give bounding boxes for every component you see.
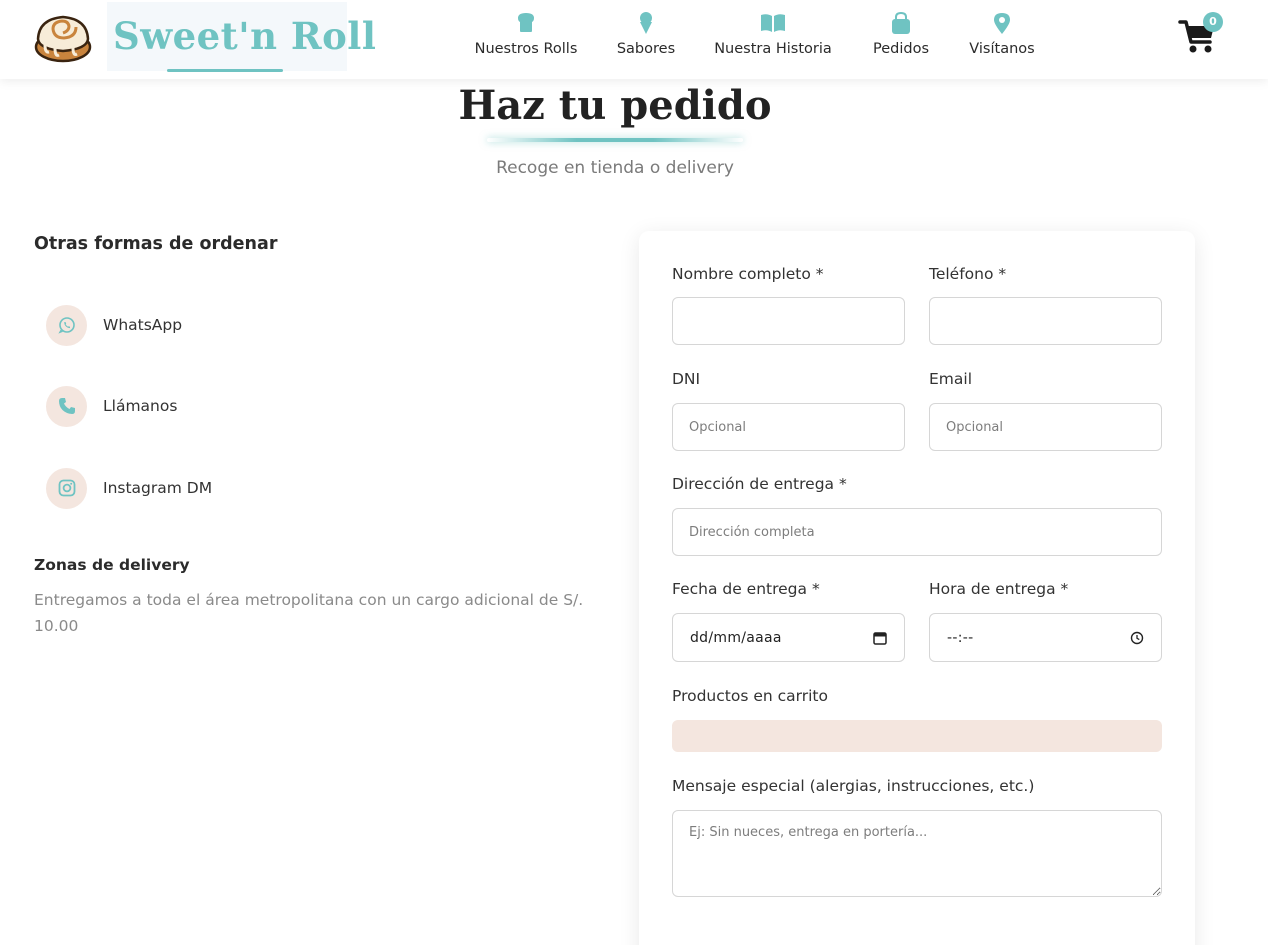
delivery-date-field[interactable]: dd/mm/aaaa <box>672 613 905 662</box>
address-label: Dirección de entrega * <box>672 475 847 493</box>
nav-item-nuestra-historia[interactable]: Nuestra Historia <box>714 12 832 57</box>
name-label: Nombre completo * <box>672 265 824 283</box>
contact-phone[interactable]: Llámanos <box>46 385 177 427</box>
special-message-field[interactable] <box>672 810 1162 897</box>
phone-label: Teléfono * <box>929 265 1007 283</box>
whatsapp-icon <box>57 317 75 334</box>
shopping-bag-icon <box>892 12 910 34</box>
nav-item-sabores[interactable]: Sabores <box>614 12 678 57</box>
nav-item-pedidos[interactable]: Pedidos <box>870 12 932 57</box>
name-field[interactable] <box>672 297 905 345</box>
ice-cream-icon <box>640 12 652 34</box>
date-value: dd/mm/aaaa <box>690 629 782 646</box>
nav-item-visitanos[interactable]: Visítanos <box>967 12 1037 57</box>
contact-instagram[interactable]: Instagram DM <box>46 467 212 509</box>
phone-icon-circle <box>46 385 87 427</box>
contact-whatsapp[interactable]: WhatsApp <box>46 304 182 346</box>
cart-products-box <box>672 720 1162 752</box>
page-title: Haz tu pedido <box>458 82 772 129</box>
nav-label: Visítanos <box>969 41 1035 57</box>
contact-label: Llámanos <box>103 397 178 415</box>
address-field[interactable] <box>672 508 1162 556</box>
delivery-time-field[interactable]: --:-- <box>929 613 1162 662</box>
instagram-icon-circle <box>46 467 87 509</box>
cinnamon-roll-icon[interactable] <box>33 9 93 63</box>
message-label: Mensaje especial (alergias, instruccione… <box>672 777 1035 795</box>
time-label: Hora de entrega * <box>929 580 1069 598</box>
nav-label: Sabores <box>616 41 676 57</box>
whatsapp-icon-circle <box>46 304 87 346</box>
delivery-zones-text: Entregamos a toda el área metropolitana … <box>34 591 584 635</box>
contact-label: Instagram DM <box>103 479 213 497</box>
phone-field[interactable] <box>929 297 1162 345</box>
clock-icon[interactable] <box>1130 631 1144 645</box>
email-field[interactable] <box>929 403 1162 451</box>
nav-item-nuestros-rolls[interactable]: Nuestros Rolls <box>474 12 578 57</box>
book-icon <box>761 14 785 32</box>
brand-underline <box>167 69 283 72</box>
page-subtitle: Recoge en tienda o delivery <box>496 158 734 178</box>
dni-field[interactable] <box>672 403 905 451</box>
phone-icon <box>58 398 75 414</box>
cart-products-label: Productos en carrito <box>672 687 828 705</box>
bread-icon <box>518 13 534 32</box>
nav-label: Nuestra Historia <box>714 41 832 57</box>
dni-label: DNI <box>672 370 701 388</box>
cart-count-badge: 0 <box>1203 12 1223 32</box>
nav-label: Pedidos <box>872 41 929 57</box>
map-pin-icon <box>994 13 1010 34</box>
brand-name[interactable]: Sweet'n Roll <box>113 14 376 58</box>
title-underline <box>487 138 743 142</box>
contact-label: WhatsApp <box>103 316 183 334</box>
instagram-icon <box>58 479 75 497</box>
email-label: Email <box>929 370 973 388</box>
date-label: Fecha de entrega * <box>672 580 820 598</box>
calendar-icon[interactable] <box>873 631 887 645</box>
other-order-methods-heading: Otras formas de ordenar <box>34 234 278 254</box>
nav-label: Nuestros Rolls <box>474 41 578 57</box>
time-value: --:-- <box>947 629 974 646</box>
site-header: Sweet'n Roll Nuestros Rolls Sabores Nues… <box>0 0 1268 79</box>
delivery-zones-heading: Zonas de delivery <box>34 556 190 574</box>
